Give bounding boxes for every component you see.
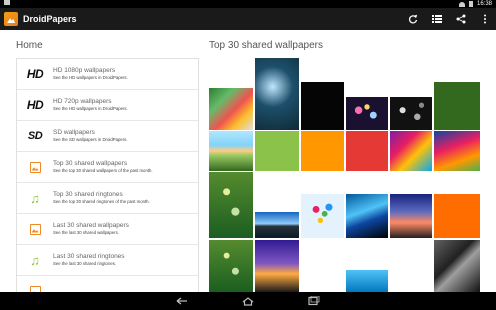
music-note-icon: ♫ bbox=[30, 190, 40, 206]
wallpaper-balloons[interactable] bbox=[301, 194, 344, 238]
list-item-last-ringtones[interactable]: ♫ Last 30 shared ringtones See the last … bbox=[17, 245, 198, 276]
share-icon bbox=[456, 14, 466, 24]
sd-icon: SD bbox=[27, 130, 43, 142]
list-item-subtitle: See the SD wallpapers in DroidPapers. bbox=[53, 137, 128, 142]
wallpaper-orange-solid-2[interactable] bbox=[434, 194, 480, 238]
more-vert-icon bbox=[484, 14, 486, 24]
refresh-button[interactable] bbox=[406, 12, 420, 26]
list-item-title: Top 30 shared ringtones bbox=[53, 191, 123, 198]
app-logo-icon[interactable] bbox=[4, 12, 18, 26]
list-item-hd-720p[interactable]: HD HD 720p wallpapers See the HD wallpap… bbox=[17, 90, 198, 121]
wallpaper-colorful-waves[interactable] bbox=[390, 131, 432, 171]
wallpaper-blue-wave[interactable] bbox=[346, 194, 388, 238]
overflow-menu-button[interactable] bbox=[478, 12, 492, 26]
wallpaper-red-solid[interactable] bbox=[346, 131, 388, 171]
wallpaper-green-solid[interactable] bbox=[434, 82, 480, 130]
grid-heading: Top 30 shared wallpapers bbox=[209, 40, 323, 51]
wallpaper-dusk-sky[interactable] bbox=[390, 194, 432, 238]
wallpaper-green-bokeh[interactable] bbox=[209, 240, 253, 292]
wallpaper-bokeh-dark[interactable] bbox=[390, 97, 432, 130]
list-item-hd-1080p[interactable]: HD HD 1080p wallpapers See the HD wallpa… bbox=[17, 59, 198, 90]
wallpaper-dew-grass[interactable] bbox=[255, 58, 299, 130]
wifi-icon bbox=[458, 1, 465, 7]
list-item-title: HD 1080p wallpapers bbox=[53, 67, 116, 74]
share-button[interactable] bbox=[454, 12, 468, 26]
image-icon bbox=[29, 161, 41, 173]
list-item-subtitle: See the last 30 shared ringtones. bbox=[53, 261, 117, 266]
image-icon bbox=[29, 223, 41, 235]
clock: 16:38 bbox=[476, 1, 492, 7]
wallpaper-blue-ocean[interactable] bbox=[346, 270, 388, 292]
recents-button[interactable] bbox=[306, 295, 320, 306]
list-item-title: Top 30 shared wallpapers bbox=[53, 160, 128, 167]
app-title: DroidPapers bbox=[23, 14, 77, 24]
list-view-button[interactable] bbox=[430, 12, 444, 26]
wallpaper-lime-solid[interactable] bbox=[255, 131, 299, 171]
battery-icon bbox=[468, 1, 473, 7]
action-bar: DroidPapers bbox=[0, 8, 496, 30]
list-icon bbox=[432, 15, 442, 23]
wallpaper-leaf-dark[interactable] bbox=[434, 240, 480, 292]
home-list: HD HD 1080p wallpapers See the HD wallpa… bbox=[16, 58, 199, 294]
home-heading: Home bbox=[16, 40, 43, 51]
list-item-subtitle: See the HD wallpapers in DroidPapers. bbox=[53, 75, 128, 80]
notification-icon bbox=[4, 0, 10, 5]
list-item-title: SD wallpapers bbox=[53, 129, 95, 136]
wallpaper-green-bokeh[interactable] bbox=[209, 172, 253, 238]
home-icon bbox=[242, 297, 254, 306]
list-item-top-ringtones[interactable]: ♫ Top 30 shared ringtones See the top 30… bbox=[17, 183, 198, 214]
wallpaper-orange-solid[interactable] bbox=[301, 131, 344, 171]
home-button[interactable] bbox=[241, 296, 255, 306]
list-item-title: HD 720p wallpapers bbox=[53, 98, 112, 105]
list-item-subtitle: See the top 30 shared ringtones of the p… bbox=[53, 199, 150, 204]
list-item-sd[interactable]: SD SD wallpapers See the SD wallpapers i… bbox=[17, 121, 198, 152]
list-item-subtitle: See the top 30 shared wallpapers of the … bbox=[53, 168, 153, 173]
list-item-subtitle: See the last 30 shared wallpapers. bbox=[53, 230, 119, 235]
back-button[interactable] bbox=[175, 296, 189, 306]
recents-icon bbox=[308, 295, 320, 306]
list-item-title: Last 30 shared wallpapers bbox=[53, 222, 129, 229]
list-item-top-wallpapers[interactable]: Top 30 shared wallpapers See the top 30 … bbox=[17, 152, 198, 183]
wallpaper-black[interactable] bbox=[301, 82, 344, 130]
list-item-last-wallpapers[interactable]: Last 30 shared wallpapers See the last 3… bbox=[17, 214, 198, 245]
wallpaper-meadow-sunset[interactable] bbox=[209, 131, 253, 171]
list-item-subtitle: See the HD wallpapers in DroidPapers. bbox=[53, 106, 128, 111]
music-note-icon: ♫ bbox=[30, 252, 40, 268]
hd-icon: HD bbox=[26, 67, 44, 81]
status-bar: 16:38 bbox=[0, 0, 496, 8]
wallpaper-blue-bridge[interactable] bbox=[255, 212, 299, 238]
action-bar-actions bbox=[406, 8, 492, 30]
navigation-bar bbox=[0, 292, 496, 310]
wallpaper-bokeh-pink[interactable] bbox=[346, 97, 388, 130]
wallpaper-purple-sunset[interactable] bbox=[255, 240, 299, 292]
back-icon bbox=[176, 297, 187, 305]
status-icons: 16:38 bbox=[458, 0, 492, 8]
wallpaper-lollipop-shapes[interactable] bbox=[209, 88, 253, 130]
notification-area bbox=[4, 0, 10, 8]
list-item-title: Last 30 shared ringtones bbox=[53, 253, 125, 260]
refresh-icon bbox=[408, 14, 418, 24]
wallpaper-colorful-abstract[interactable] bbox=[434, 131, 480, 171]
hd-icon: HD bbox=[26, 98, 44, 112]
